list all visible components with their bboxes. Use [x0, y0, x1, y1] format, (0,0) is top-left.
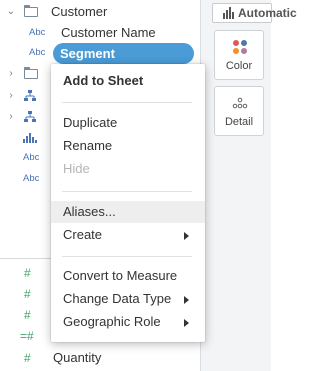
- submenu-arrow-icon: [184, 232, 189, 240]
- folder-icon: [24, 67, 38, 79]
- field-row-customer-name[interactable]: Abc Customer Name: [0, 23, 200, 43]
- calculated-measure-icon: =#: [20, 329, 34, 343]
- field-name: Quantity: [53, 350, 102, 365]
- bin-icon: [23, 133, 37, 143]
- string-type-icon: Abc: [29, 47, 46, 58]
- folder-icon: [24, 5, 38, 17]
- string-type-icon: Abc: [23, 173, 40, 184]
- measure-icon: #: [24, 351, 31, 365]
- field-name: Customer Name: [61, 25, 156, 40]
- menu-item-create[interactable]: Create: [51, 224, 205, 246]
- detail-dots-icon: [232, 97, 248, 109]
- folder-label: Customer: [51, 4, 108, 19]
- mark-type-label: Automatic: [238, 6, 297, 20]
- automatic-marks-icon: [223, 7, 234, 19]
- detail-card-label: Detail: [224, 116, 254, 128]
- measure-icon: #: [24, 266, 31, 280]
- submenu-arrow-icon: [184, 296, 189, 304]
- menu-item-hide: Hide: [63, 161, 90, 176]
- menu-item-add-to-sheet[interactable]: Add to Sheet: [51, 70, 205, 92]
- color-card[interactable]: Color: [214, 30, 264, 80]
- chevron-right-icon[interactable]: ›: [6, 64, 16, 84]
- hierarchy-icon: [24, 111, 36, 122]
- menu-item-change-data-type[interactable]: Change Data Type: [51, 288, 205, 310]
- selected-field-name: Segment: [60, 46, 115, 61]
- chevron-right-icon[interactable]: ›: [6, 107, 16, 127]
- color-card-label: Color: [225, 60, 253, 72]
- chevron-down-icon[interactable]: ⌄: [6, 2, 16, 22]
- measure-row-quantity[interactable]: # Quantity: [0, 348, 200, 368]
- menu-item-aliases[interactable]: Aliases...: [51, 201, 205, 223]
- detail-card[interactable]: Detail: [214, 86, 264, 136]
- folder-row-customer[interactable]: ⌄ Customer: [0, 2, 200, 22]
- menu-item-geographic-role[interactable]: Geographic Role: [51, 311, 205, 333]
- menu-item-convert-to-measure[interactable]: Convert to Measure: [51, 265, 205, 287]
- string-type-icon: Abc: [23, 152, 40, 163]
- measure-icon: #: [24, 308, 31, 322]
- hierarchy-icon: [24, 90, 36, 101]
- menu-separator: [62, 102, 192, 103]
- menu-item-rename[interactable]: Rename: [51, 135, 205, 157]
- menu-item-duplicate[interactable]: Duplicate: [51, 112, 205, 134]
- chevron-right-icon[interactable]: ›: [6, 86, 16, 106]
- submenu-arrow-icon: [184, 319, 189, 327]
- measure-icon: #: [24, 287, 31, 301]
- color-dots-icon: [233, 40, 247, 54]
- menu-separator: [62, 191, 192, 192]
- menu-separator: [62, 256, 192, 257]
- string-type-icon: Abc: [29, 27, 46, 38]
